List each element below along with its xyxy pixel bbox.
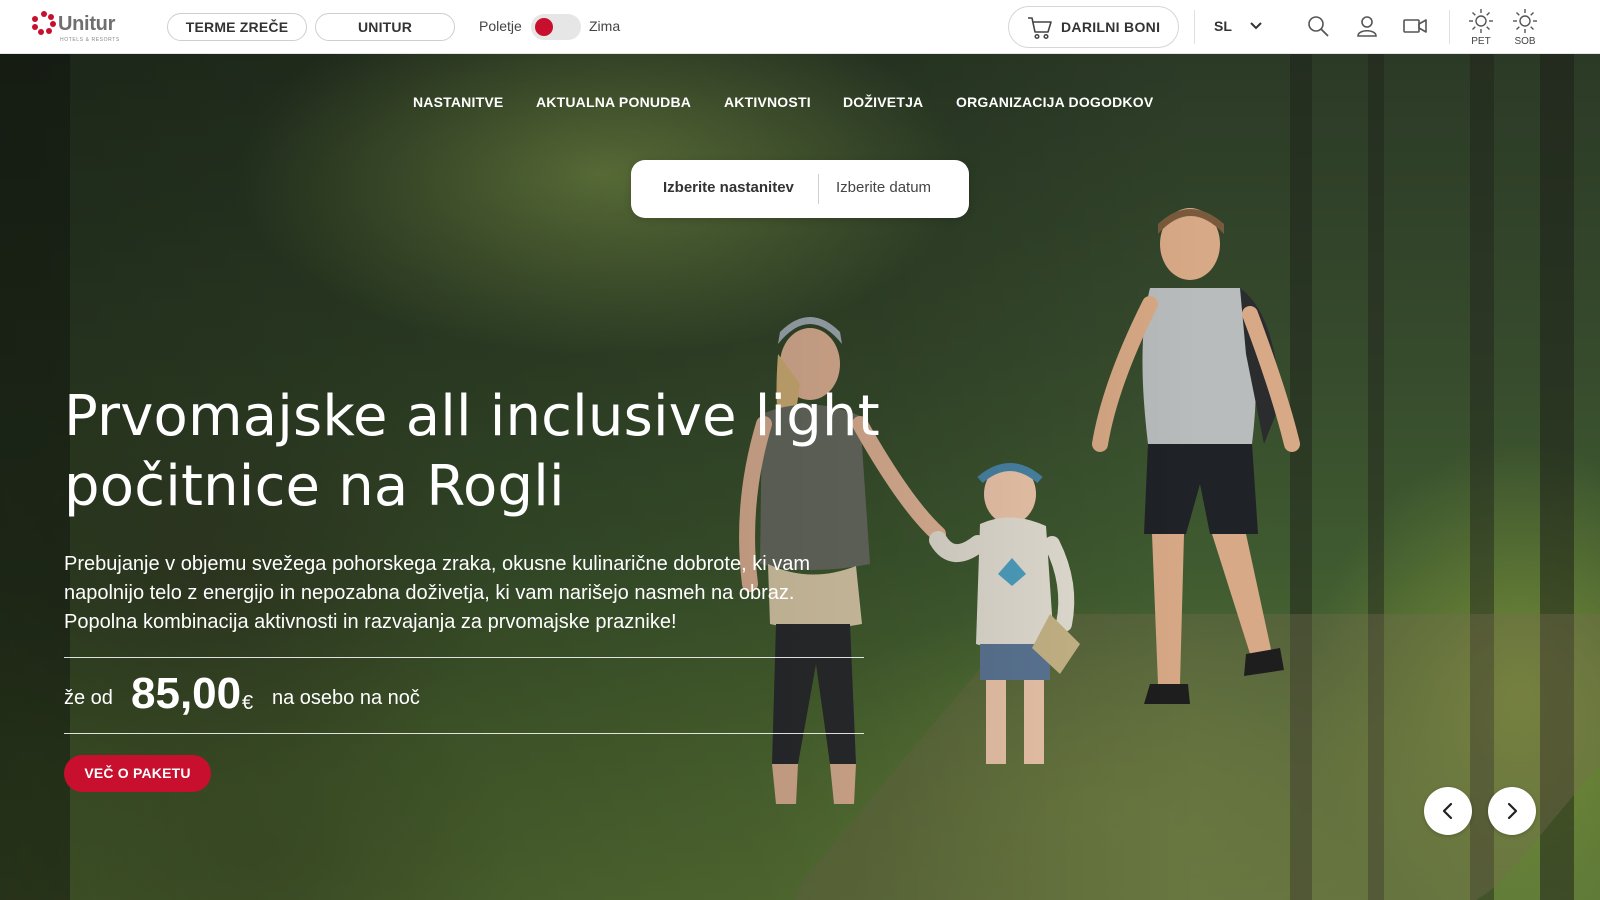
price-divider-bottom [64,733,864,734]
sun-icon [1469,9,1493,33]
price-divider-top [64,657,864,658]
brand-name: Unitur [58,13,116,35]
carousel-next-button[interactable] [1488,787,1536,835]
chevron-down-icon [1250,22,1262,30]
season-toggle[interactable] [531,14,581,40]
main-navigation: NASTANITVE AKTUALNA PONUDBA AKTIVNOSTI D… [0,94,1600,114]
nav-item-current-offer[interactable]: AKTUALNA PONUDBA [536,94,691,110]
booking-widget: Izberite nastanitev Izberite datum [631,160,969,218]
search-icon[interactable] [1306,14,1330,38]
weather-day-label: PET [1471,36,1491,47]
top-bar: Unitur HOTELS & RESORTS TERME ZREČE UNIT… [0,0,1600,54]
language-label: SL [1214,18,1232,34]
weather-forecast-fri: PET [1464,8,1498,50]
chevron-right-icon [1507,802,1518,820]
nav-item-activities[interactable]: AKTIVNOSTI [724,94,811,110]
cart-icon [1028,17,1052,40]
header-divider [1449,10,1450,44]
chevron-left-icon [1442,802,1453,820]
sun-icon [1513,9,1537,33]
price-value: 85,00 [131,669,242,718]
carousel-prev-button[interactable] [1424,787,1472,835]
header-divider [1194,10,1195,44]
date-select[interactable]: Izberite datum [836,179,931,196]
unitur-button[interactable]: UNITUR [315,13,455,41]
season-summer-label: Poletje [479,18,522,34]
nav-item-experiences[interactable]: DOŽIVETJA [843,94,923,110]
accommodation-select[interactable]: Izberite nastanitev [663,179,794,196]
nav-item-accommodation[interactable]: NASTANITVE [413,94,503,110]
nav-item-event-organization[interactable]: ORGANIZACIJA DOGODKOV [956,94,1153,110]
booking-divider [818,174,819,204]
brand-tagline: HOTELS & RESORTS [60,37,120,43]
package-details-button[interactable]: VEČ O PAKETU [64,755,211,792]
weather-day-label: SOB [1514,36,1536,47]
hero-title: Prvomajske all inclusive light počitnice… [64,384,880,519]
weather-forecast-sat: SOB [1508,8,1542,50]
video-camera-icon[interactable] [1402,14,1428,38]
price-prefix: že od [64,687,113,709]
brand-logo[interactable]: Unitur HOTELS & RESORTS [31,10,123,44]
hero-banner: NASTANITVE AKTUALNA PONUDBA AKTIVNOSTI D… [0,54,1600,900]
price-currency: € [242,692,254,714]
price-suffix: na osebo na noč [272,687,420,709]
unitur-flower-icon [32,11,56,35]
user-icon[interactable] [1355,14,1379,38]
gift-vouchers-button[interactable]: DARILNI BONI [1008,6,1179,48]
gift-vouchers-label: DARILNI BONI [1061,19,1161,35]
toggle-knob [535,18,553,36]
season-winter-label: Zima [589,18,621,34]
language-selector[interactable]: SL [1214,16,1266,38]
terme-zrece-button[interactable]: TERME ZREČE [167,13,307,41]
price-row: že od 85,00 € na osebo na noč [64,666,864,726]
hero-description: Prebujanje v objemu svežega pohorskega z… [64,553,810,633]
